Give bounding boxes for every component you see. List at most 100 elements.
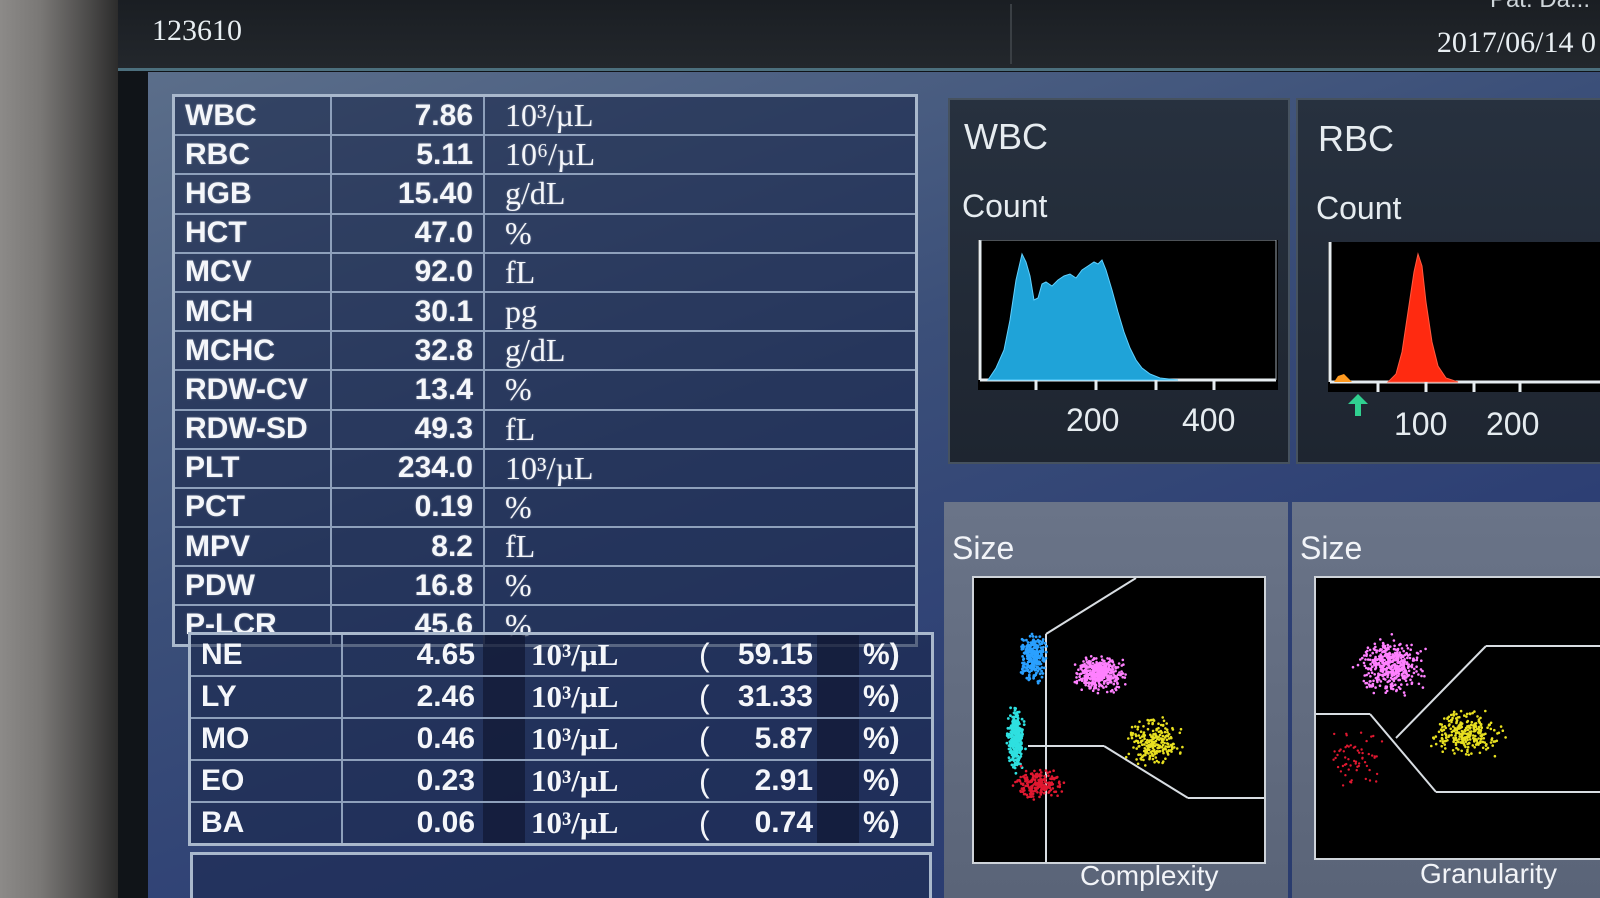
scatter-dot-red (1333, 750, 1336, 753)
scatter-dot-yellow (1472, 736, 1475, 740)
scatter-dot-magenta (1377, 672, 1380, 675)
scatter-dot-yellow (1479, 737, 1483, 741)
scatter-dot-cyan (1019, 752, 1023, 756)
scatter-dot-blue (1030, 632, 1034, 636)
scatter-dot-yellow (1448, 723, 1451, 726)
wbc-histogram-curve (987, 252, 1179, 381)
scatter-dot-magenta (1124, 683, 1127, 686)
scatter-dot-magenta (1366, 658, 1370, 661)
diff-scatterplot (1314, 576, 1600, 860)
param-unit: fL (505, 253, 536, 290)
scatter-dot-magenta (1116, 681, 1119, 685)
scatter-dot-magenta (1091, 689, 1095, 692)
table-row: MCV 92.0 fL (175, 253, 915, 293)
scatter-dot-blue (1020, 637, 1024, 641)
scatter-dot-magenta (1406, 647, 1410, 650)
scatter-dot-red (1358, 762, 1361, 765)
param-name: RDW-CV (185, 371, 332, 409)
scatter-dot-red (1341, 764, 1345, 768)
rbc-histogram-svg (1328, 242, 1600, 392)
scatter-dot-yellow (1473, 746, 1476, 749)
scatter-dot-magenta (1114, 688, 1118, 692)
scatter-dot-blue (1019, 671, 1023, 674)
scatter-dot-magenta (1405, 651, 1408, 655)
scatter-dot-yellow (1441, 750, 1444, 753)
scatter-dot-magenta (1388, 679, 1391, 682)
scatter-dot-cyan (1011, 731, 1015, 734)
scatter-dot-magenta (1367, 672, 1370, 675)
scatter-dot-yellow (1476, 742, 1480, 745)
scatter-dot-cyan (1016, 732, 1020, 736)
scatter-dot-yellow (1480, 726, 1483, 729)
scatter-dot-magenta (1397, 674, 1400, 678)
column-separator (483, 803, 525, 843)
scatter-dot-magenta (1080, 688, 1083, 691)
scatter-dot-blue (1031, 660, 1034, 664)
scatter-dot-yellow (1175, 747, 1179, 750)
scatter-dot-yellow (1137, 745, 1140, 748)
scatter-dot-yellow (1151, 754, 1155, 757)
scatter-dot-magenta (1386, 671, 1389, 674)
scatter-dot-blue (1039, 649, 1043, 653)
scatter-dot-blue (1030, 649, 1034, 652)
scatter-dot-yellow (1444, 736, 1448, 739)
scatter-dot-cyan (1011, 733, 1014, 737)
scatter-dot-cyan (1006, 717, 1010, 720)
scatter-dot-yellow (1481, 740, 1485, 744)
scatter-dot-red (1044, 769, 1048, 772)
scatter-dot-magenta (1405, 683, 1409, 686)
additional-results-panel (190, 852, 932, 898)
scatter-dot-yellow (1440, 744, 1443, 748)
scatter-dot-yellow (1132, 746, 1135, 749)
scatter-dot-magenta (1366, 646, 1370, 649)
scatter-dot-cyan (1022, 720, 1026, 723)
column-separator (483, 761, 525, 801)
scatter-dot-magenta (1095, 660, 1098, 664)
scatter-dot-yellow (1464, 753, 1468, 756)
scatter-dot-yellow (1459, 721, 1462, 724)
scatter-dot-yellow (1447, 715, 1451, 719)
scatter-dot-cyan (1007, 756, 1011, 760)
scatter-dot-yellow (1478, 751, 1482, 755)
scatter-dot-blue (1036, 652, 1040, 655)
param-name: PDW (185, 567, 332, 605)
scatter-dot-magenta (1117, 662, 1121, 665)
scatter-dot-blue (1041, 672, 1045, 675)
scatter-dot-yellow (1441, 725, 1444, 729)
scatter-dot-yellow (1465, 732, 1468, 736)
discriminator-arrow-icon (1348, 394, 1368, 416)
scatter-dot-magenta (1395, 688, 1398, 692)
percent-close: %) (863, 680, 900, 713)
scatter-dot-yellow (1466, 745, 1470, 749)
scatter-dot-magenta (1402, 667, 1405, 671)
scatter-dot-yellow (1469, 734, 1472, 737)
scatter-dot-blue (1033, 664, 1036, 667)
scatter-dot-yellow (1142, 749, 1146, 753)
scatter-dot-yellow (1470, 752, 1473, 755)
table-row: MCH 30.1 pg (175, 292, 915, 333)
scatter-dot-yellow (1148, 754, 1152, 758)
scatter-dot-yellow (1472, 727, 1476, 731)
scatter-dot-yellow (1468, 712, 1472, 716)
scatter-dot-red (1051, 782, 1055, 786)
scatter-dot-magenta (1413, 667, 1416, 671)
scatter-dot-blue (1028, 659, 1031, 663)
scatter-dot-red (1356, 749, 1359, 752)
scatter-dot-yellow (1138, 720, 1141, 723)
scatter-dot-blue (1026, 669, 1029, 672)
scatter-dot-magenta (1116, 673, 1120, 676)
scatter-dot-red (1047, 782, 1051, 785)
scatter-dot-yellow (1464, 740, 1468, 743)
param-unit: fL (505, 528, 536, 565)
scatter-dot-red (1347, 758, 1350, 761)
scatter-dot-yellow (1434, 742, 1438, 746)
scatter-dot-yellow (1450, 730, 1454, 734)
open-paren: ( (699, 762, 710, 799)
scatter-dot-cyan (1008, 726, 1011, 730)
param-name: MCHC (185, 332, 332, 370)
scatter-dot-yellow (1137, 753, 1140, 756)
scatter-dot-magenta (1408, 656, 1412, 660)
scatter-dot-blue (1034, 635, 1038, 639)
scatter-dot-magenta (1369, 662, 1372, 666)
rbc-histogram-title: RBC (1318, 118, 1395, 159)
